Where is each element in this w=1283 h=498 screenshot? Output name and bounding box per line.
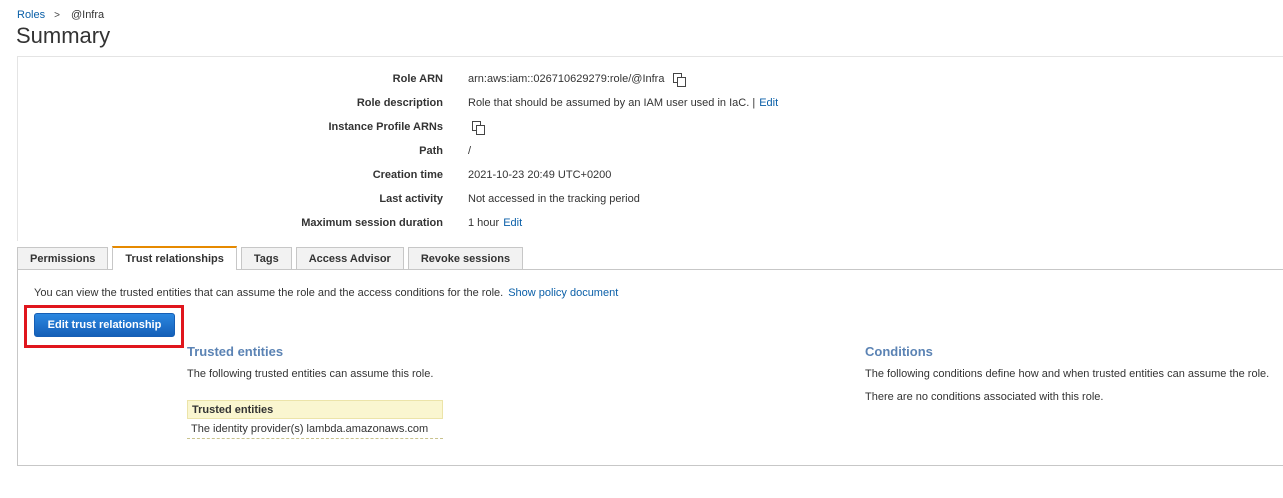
show-policy-link[interactable]: Show policy document <box>508 287 618 299</box>
instance-profile-label: Instance Profile ARNs <box>328 121 443 133</box>
trusted-entities-desc: The following trusted entities can assum… <box>187 368 434 380</box>
summary-section: Role ARN arn:aws:iam::026710629279:role/… <box>17 56 1283 241</box>
tab-access-advisor[interactable]: Access Advisor <box>295 247 404 270</box>
role-arn-label: Role ARN <box>392 73 443 85</box>
role-description-label: Role description <box>356 97 443 109</box>
last-activity-value: Not accessed in the tracking period <box>468 193 640 205</box>
edit-session-link[interactable]: Edit <box>503 217 522 229</box>
conditions-desc: The following conditions define how and … <box>865 368 1270 380</box>
tab-permissions[interactable]: Permissions <box>17 247 109 270</box>
table-row: The identity provider(s) lambda.amazonaw… <box>187 419 443 439</box>
trust-relationships-panel: You can view the trusted entities that c… <box>17 269 1283 466</box>
creation-time-value: 2021-10-23 20:49 UTC+0200 <box>468 169 612 181</box>
breadcrumb: Roles > @Infra <box>17 9 104 21</box>
panel-intro: You can view the trusted entities that c… <box>34 287 618 299</box>
trusted-entities-table: Trusted entities The identity provider(s… <box>187 400 443 439</box>
max-session-value: 1 hour <box>468 217 500 229</box>
conditions-none: There are no conditions associated with … <box>865 391 1104 403</box>
trusted-entities-title: Trusted entities <box>187 344 284 359</box>
chevron-right-icon: > <box>54 9 60 21</box>
path-label: Path <box>419 145 443 157</box>
tab-bar: Permissions Trust relationships Tags Acc… <box>17 246 527 270</box>
last-activity-label: Last activity <box>379 193 443 205</box>
table-header: Trusted entities <box>187 400 443 419</box>
tab-trust-relationships[interactable]: Trust relationships <box>112 246 237 270</box>
tab-revoke-sessions[interactable]: Revoke sessions <box>407 247 524 270</box>
conditions-title: Conditions <box>865 344 933 359</box>
creation-time-label: Creation time <box>372 169 443 181</box>
copy-icon[interactable] <box>472 120 485 135</box>
tab-tags[interactable]: Tags <box>240 247 292 270</box>
breadcrumb-roles-link[interactable]: Roles <box>17 9 45 21</box>
copy-icon[interactable] <box>673 72 687 87</box>
intro-text: You can view the trusted entities that c… <box>34 287 504 299</box>
path-value: / <box>468 145 472 157</box>
role-description-value: Role that should be assumed by an IAM us… <box>468 97 756 109</box>
breadcrumb-current: @Infra <box>70 9 105 21</box>
page-title: Summary <box>16 23 111 48</box>
role-arn-value: arn:aws:iam::026710629279:role/@Infra <box>468 73 665 85</box>
max-session-label: Maximum session duration <box>301 217 443 229</box>
edit-trust-relationship-button[interactable]: Edit trust relationship <box>34 313 175 337</box>
edit-description-link[interactable]: Edit <box>759 97 778 109</box>
